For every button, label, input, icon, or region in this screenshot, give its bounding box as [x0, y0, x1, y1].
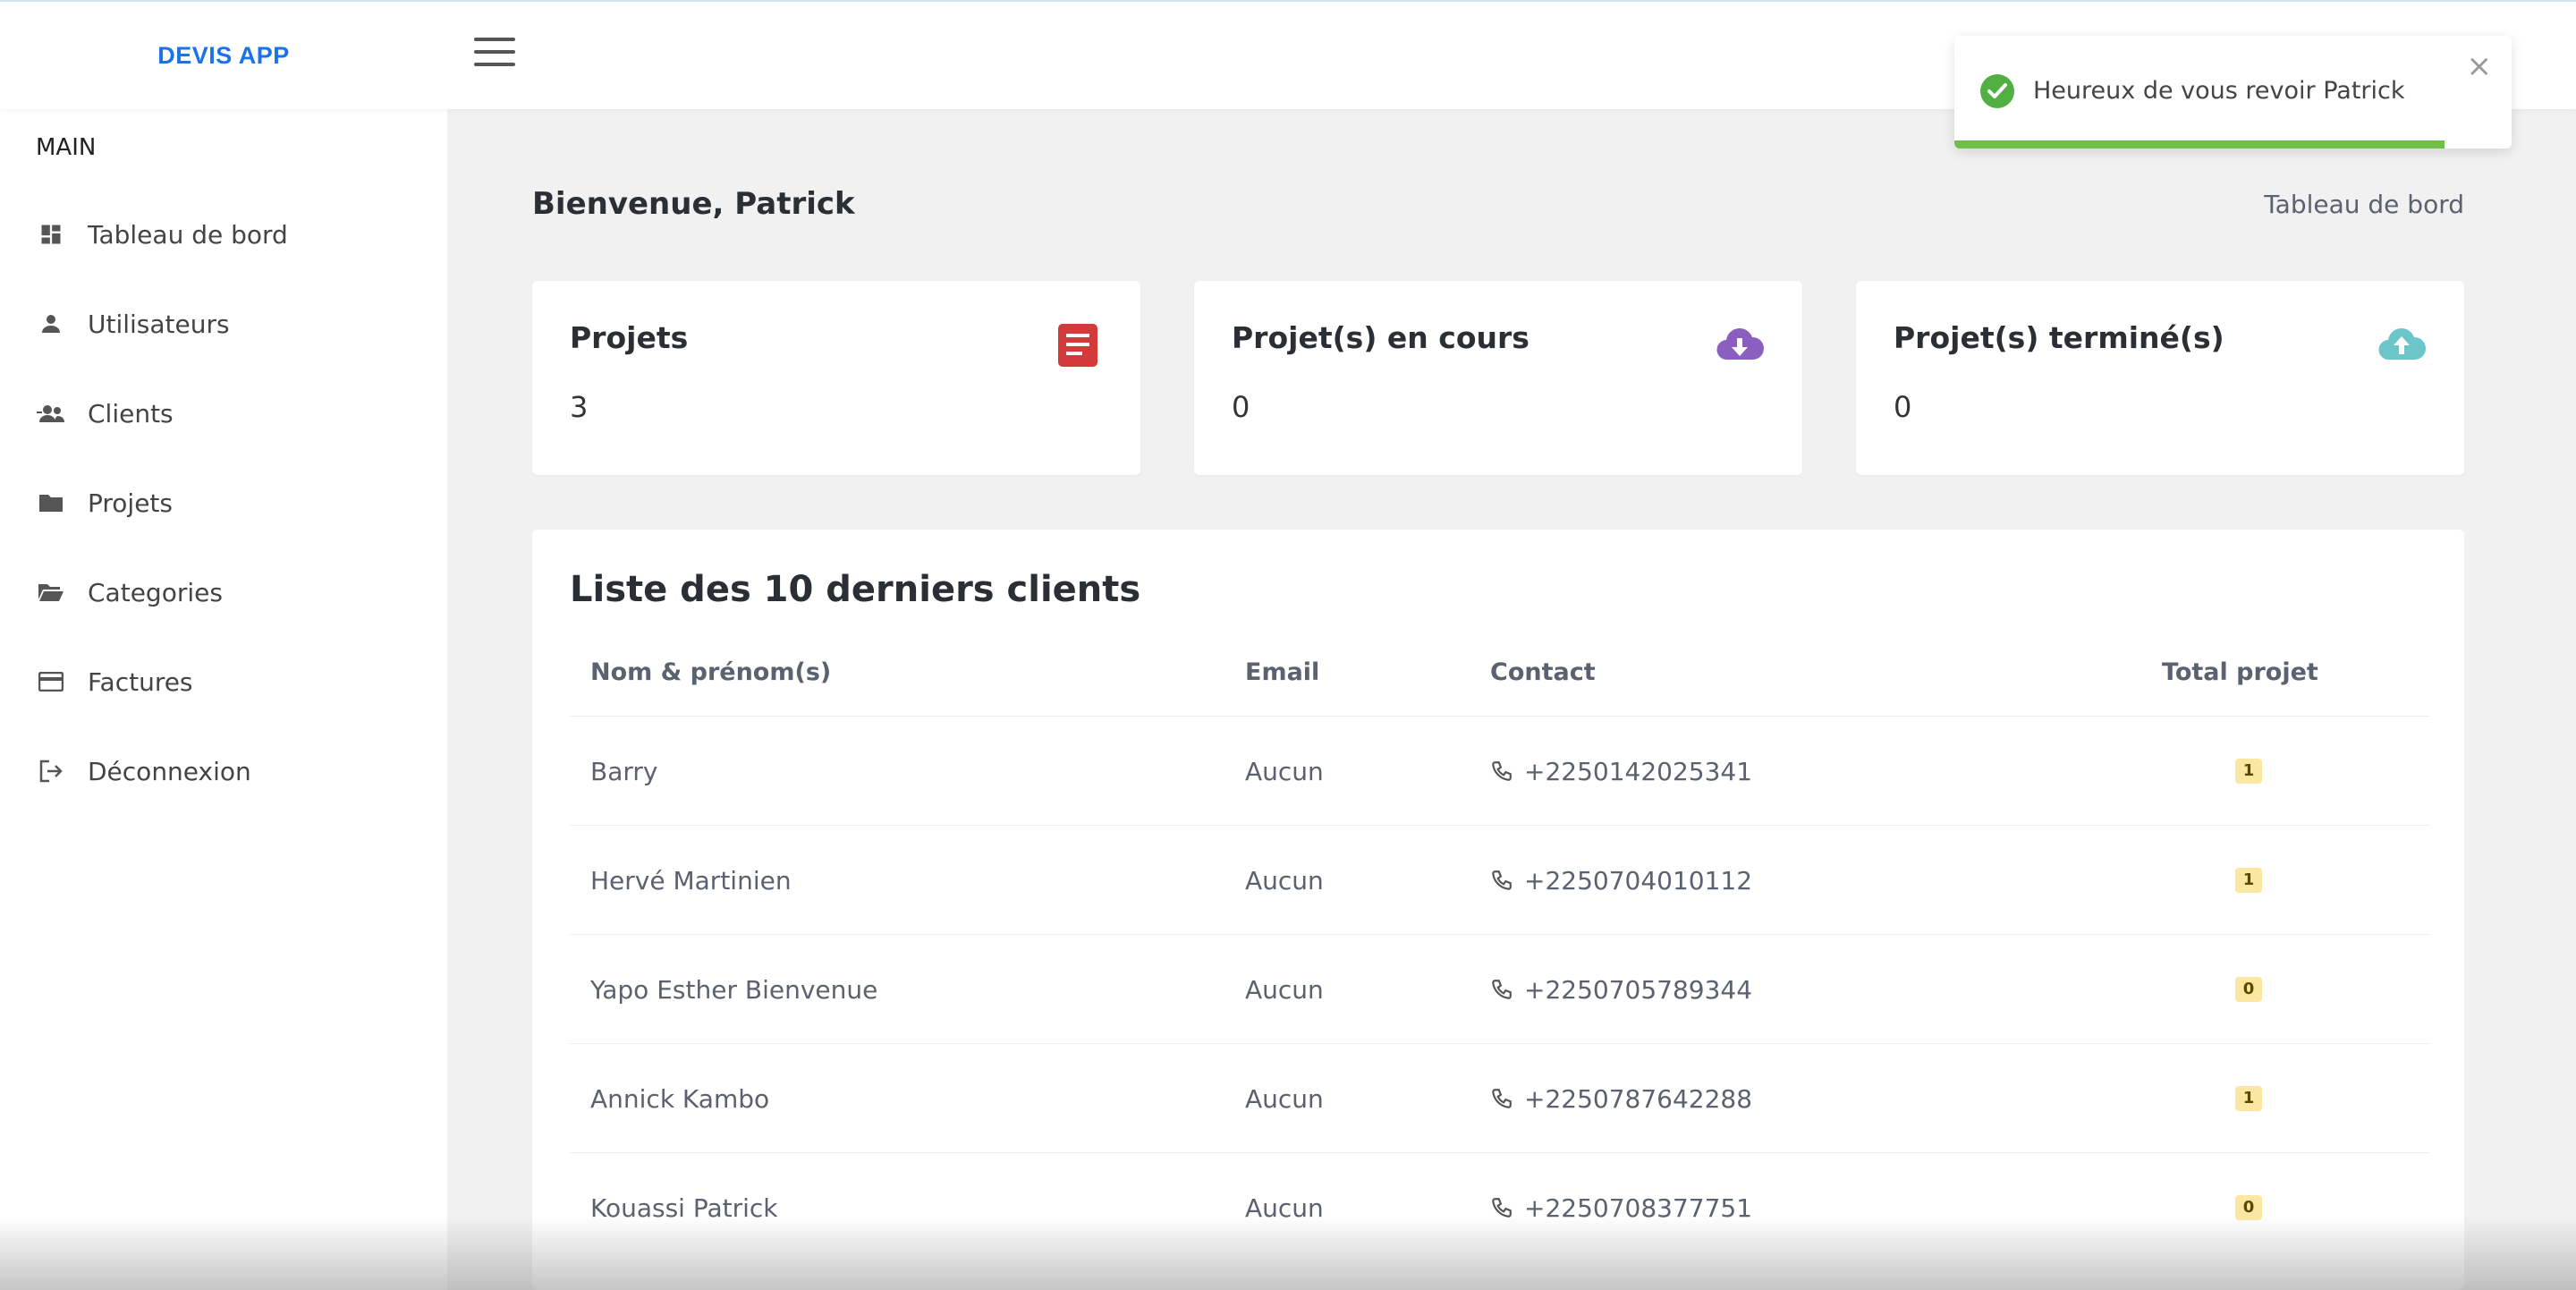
- client-contact: +2250705789344: [1490, 935, 1752, 1044]
- cloud-upload-icon: [2378, 328, 2427, 361]
- logout-icon: [36, 756, 66, 786]
- column-header-name: Nom & prénom(s): [590, 658, 832, 686]
- breadcrumb[interactable]: Tableau de bord: [2264, 190, 2464, 219]
- sidebar-item-label: Utilisateurs: [88, 309, 230, 339]
- client-name: Annick Kambo: [590, 1083, 770, 1114]
- sidebar-item-factures[interactable]: Factures: [36, 655, 429, 709]
- sidebar-section-label: MAIN: [36, 134, 97, 161]
- client-email: Aucun: [1245, 1083, 1324, 1114]
- sidebar-item-label: Tableau de bord: [88, 219, 288, 250]
- client-email: Aucun: [1245, 756, 1324, 786]
- sidebar-item-label: Categories: [88, 577, 223, 607]
- column-header-total-projet: Total projet: [2162, 658, 2318, 686]
- cloud-download-icon: [1716, 328, 1765, 361]
- success-check-icon: [1980, 74, 2014, 108]
- total-projet-badge: 1: [2235, 868, 2262, 893]
- table-row: Annick Kambo Aucun +2250787642288 1: [570, 1043, 2430, 1153]
- folder-icon: [36, 488, 66, 518]
- page-title: Bienvenue, Patrick: [532, 186, 855, 222]
- phone-icon: [1492, 870, 1512, 890]
- dashboard-icon: [36, 219, 66, 250]
- total-projet-cell: 1: [2235, 826, 2262, 935]
- column-header-email: Email: [1245, 658, 1320, 686]
- client-email: Aucun: [1245, 974, 1324, 1005]
- stat-card-value: 0: [1232, 390, 1250, 424]
- stat-card-value: 0: [1894, 390, 1912, 424]
- menu-toggle-button[interactable]: [474, 36, 515, 68]
- user-icon: [36, 309, 66, 339]
- client-contact: +2250704010112: [1490, 826, 1752, 935]
- toast-close-button[interactable]: ×: [2467, 48, 2493, 84]
- sidebar-item-tableau-de-bord[interactable]: Tableau de bord: [36, 208, 429, 261]
- client-contact: +2250142025341: [1490, 717, 1752, 826]
- sidebar: MAIN Tableau de bord Utilisateurs Client…: [0, 107, 447, 1290]
- stat-card-title: Projets: [570, 320, 689, 355]
- phone-number: +2250787642288: [1524, 1083, 1753, 1114]
- client-email: Aucun: [1245, 865, 1324, 895]
- sidebar-item-label: Factures: [88, 666, 193, 697]
- total-projet-badge: 1: [2235, 1086, 2262, 1111]
- folder-open-icon: [36, 577, 66, 607]
- table-row: Yapo Esther Bienvenue Aucun +22507057893…: [570, 934, 2430, 1044]
- total-projet-cell: 0: [2235, 935, 2262, 1044]
- stat-card-title: Projet(s) terminé(s): [1894, 320, 2224, 355]
- sidebar-item-label: Déconnexion: [88, 756, 251, 786]
- sidebar-item-label: Projets: [88, 488, 173, 518]
- phone-number: +2250705789344: [1524, 974, 1753, 1005]
- toast-notification: Heureux de vous revoir Patrick ×: [1954, 36, 2512, 149]
- table-row: Barry Aucun +2250142025341 1: [570, 716, 2430, 826]
- phone-icon: [1492, 1089, 1512, 1108]
- phone-number: +2250704010112: [1524, 865, 1753, 895]
- credit-card-icon: [36, 666, 66, 697]
- client-name: Barry: [590, 756, 658, 786]
- toast-progress-bar: [1954, 140, 2445, 149]
- sidebar-item-label: Clients: [88, 398, 174, 429]
- client-name: Yapo Esther Bienvenue: [590, 974, 878, 1005]
- column-header-contact: Contact: [1490, 658, 1596, 686]
- sidebar-item-clients[interactable]: Clients: [36, 386, 429, 440]
- total-projet-badge: 0: [2235, 977, 2262, 1002]
- total-projet-cell: 1: [2235, 717, 2262, 826]
- phone-icon: [1492, 980, 1512, 999]
- clients-table-card: Liste des 10 derniers clients Nom & prén…: [532, 530, 2464, 1290]
- sidebar-item-utilisateurs[interactable]: Utilisateurs: [36, 297, 429, 351]
- client-name: Hervé Martinien: [590, 865, 792, 895]
- toast-message: Heureux de vous revoir Patrick: [2033, 77, 2405, 105]
- stat-card-projets: Projets 3: [532, 281, 1140, 475]
- table-title: Liste des 10 derniers clients: [570, 569, 1141, 610]
- stat-card-value: 3: [570, 390, 589, 424]
- sidebar-item-projets[interactable]: Projets: [36, 476, 429, 530]
- client-contact: +2250787642288: [1490, 1044, 1752, 1153]
- stat-card-en-cours: Projet(s) en cours 0: [1194, 281, 1802, 475]
- phone-icon: [1492, 761, 1512, 781]
- table-row: Hervé Martinien Aucun +2250704010112 1: [570, 825, 2430, 935]
- sidebar-item-categories[interactable]: Categories: [36, 565, 429, 619]
- document-icon: [1058, 324, 1097, 367]
- brand-logo[interactable]: DEVIS APP: [0, 2, 447, 109]
- user-group-icon: [36, 398, 66, 429]
- total-projet-badge: 1: [2235, 759, 2262, 784]
- total-projet-cell: 1: [2235, 1044, 2262, 1153]
- video-control-overlay: [0, 1217, 2576, 1290]
- stat-card-title: Projet(s) en cours: [1232, 320, 1530, 355]
- sidebar-item-deconnexion[interactable]: Déconnexion: [36, 744, 429, 798]
- stat-card-termines: Projet(s) terminé(s) 0: [1856, 281, 2464, 475]
- phone-number: +2250142025341: [1524, 756, 1753, 786]
